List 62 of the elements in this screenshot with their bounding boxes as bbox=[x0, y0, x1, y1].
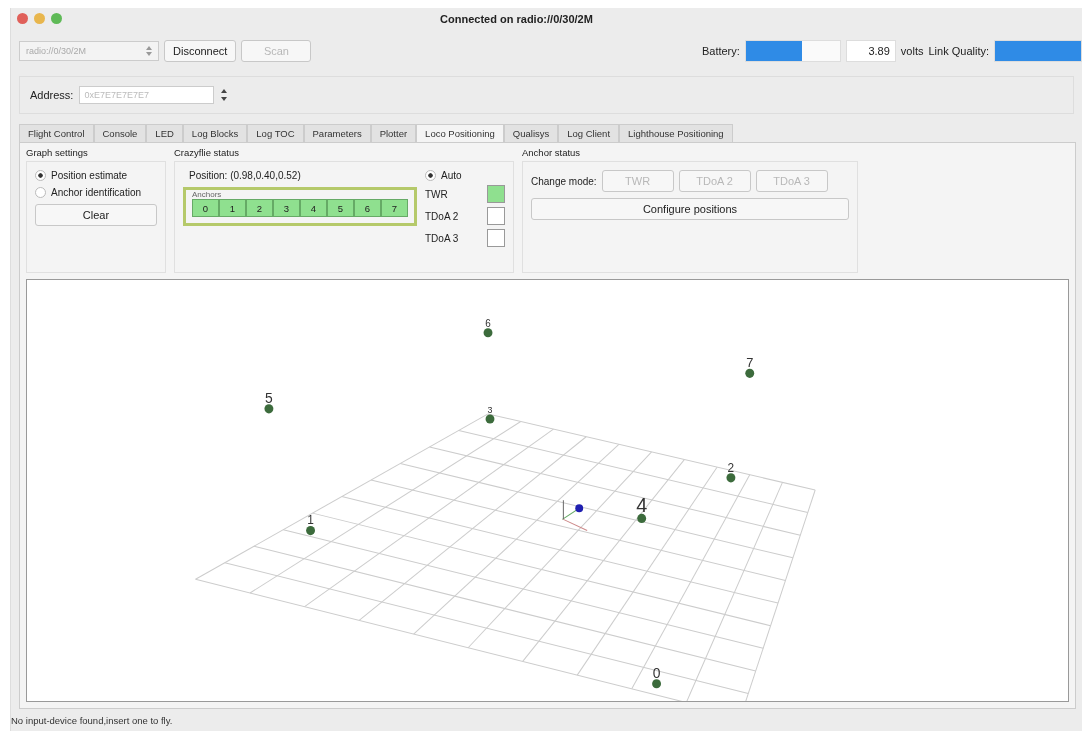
radio-option[interactable]: Anchor identification bbox=[35, 187, 157, 198]
position-text: Position: (0.98,0.40,0.52) bbox=[188, 170, 302, 181]
anchor-label: 4 bbox=[636, 494, 648, 517]
configure-positions-button[interactable]: Configure positions bbox=[531, 198, 849, 220]
spinner-arrows-icon bbox=[146, 46, 152, 56]
window-controls[interactable] bbox=[17, 13, 62, 24]
anchor-indicator: 3 bbox=[273, 199, 300, 217]
auto-radio[interactable]: Auto bbox=[425, 170, 505, 181]
tab[interactable]: Log Blocks bbox=[182, 124, 248, 142]
tab[interactable]: Loco Positioning bbox=[416, 124, 504, 142]
spinner-arrows-icon[interactable] bbox=[220, 88, 229, 102]
anchor-indicator: 5 bbox=[327, 199, 354, 217]
mode-label: TDoA 2 bbox=[425, 210, 459, 222]
tab[interactable]: Plotter bbox=[370, 124, 417, 142]
tab[interactable]: LED bbox=[146, 124, 183, 142]
disconnect-button[interactable]: Disconnect bbox=[164, 40, 237, 62]
tab[interactable]: Qualisys bbox=[503, 124, 559, 142]
anchor-label: 7 bbox=[746, 355, 754, 371]
anchor-dot bbox=[726, 473, 736, 483]
anchor-label: 3 bbox=[487, 404, 493, 415]
group-title: Graph settings bbox=[26, 147, 89, 158]
tab[interactable]: Log Client bbox=[558, 124, 620, 142]
voltage-unit: volts bbox=[900, 45, 924, 57]
drone-position bbox=[575, 504, 584, 513]
anchor-indicator: 2 bbox=[246, 199, 273, 217]
anchor-dot bbox=[306, 526, 315, 536]
anchor-indicator: 1 bbox=[219, 199, 246, 217]
anchor-label: 6 bbox=[485, 317, 491, 329]
link-quality-label: Link Quality: bbox=[928, 45, 989, 57]
address-label: Address: bbox=[30, 89, 74, 101]
anchor-indicator: 0 bbox=[192, 199, 219, 217]
window-title: Connected on radio://0/30/2M bbox=[440, 13, 593, 25]
anchor-dot bbox=[637, 513, 647, 523]
mode-label: TWR bbox=[425, 188, 448, 200]
anchor-indicator: 4 bbox=[300, 199, 327, 217]
tab[interactable]: Flight Control bbox=[19, 124, 94, 142]
tab[interactable]: Console bbox=[93, 124, 147, 142]
anchor-dot bbox=[745, 368, 755, 378]
tab[interactable]: Parameters bbox=[303, 124, 371, 142]
group-title: Anchor status bbox=[522, 147, 582, 158]
voltage-field: 3.89 bbox=[845, 40, 896, 62]
anchor-indicator: 7 bbox=[381, 199, 408, 217]
anchor-dot bbox=[485, 414, 495, 424]
anchor-dot bbox=[264, 404, 274, 414]
tab[interactable]: Log TOC bbox=[247, 124, 304, 142]
anchor-label: 0 bbox=[652, 664, 661, 681]
anchor-label: 5 bbox=[265, 389, 273, 406]
tab[interactable]: Lighthouse Positioning bbox=[619, 124, 733, 142]
status-message: No input-device found,insert one to fly. bbox=[11, 713, 174, 728]
axes-drawing bbox=[561, 499, 588, 532]
anchor-indicator: 6 bbox=[354, 199, 381, 217]
anchor-dot bbox=[652, 679, 661, 689]
anchors-title: Anchors bbox=[192, 190, 223, 199]
clear-button[interactable]: Clear bbox=[35, 204, 157, 226]
group-title: Crazyflie status bbox=[174, 147, 240, 158]
mode-label: TDoA 3 bbox=[425, 232, 459, 244]
battery-label: Battery: bbox=[701, 45, 740, 57]
change-mode-label: Change mode: bbox=[531, 175, 597, 187]
anchor-dot bbox=[483, 328, 493, 338]
anchor-label: 1 bbox=[307, 513, 314, 528]
anchor-label: 2 bbox=[727, 460, 735, 475]
radio-option[interactable]: Position estimate bbox=[35, 170, 157, 181]
